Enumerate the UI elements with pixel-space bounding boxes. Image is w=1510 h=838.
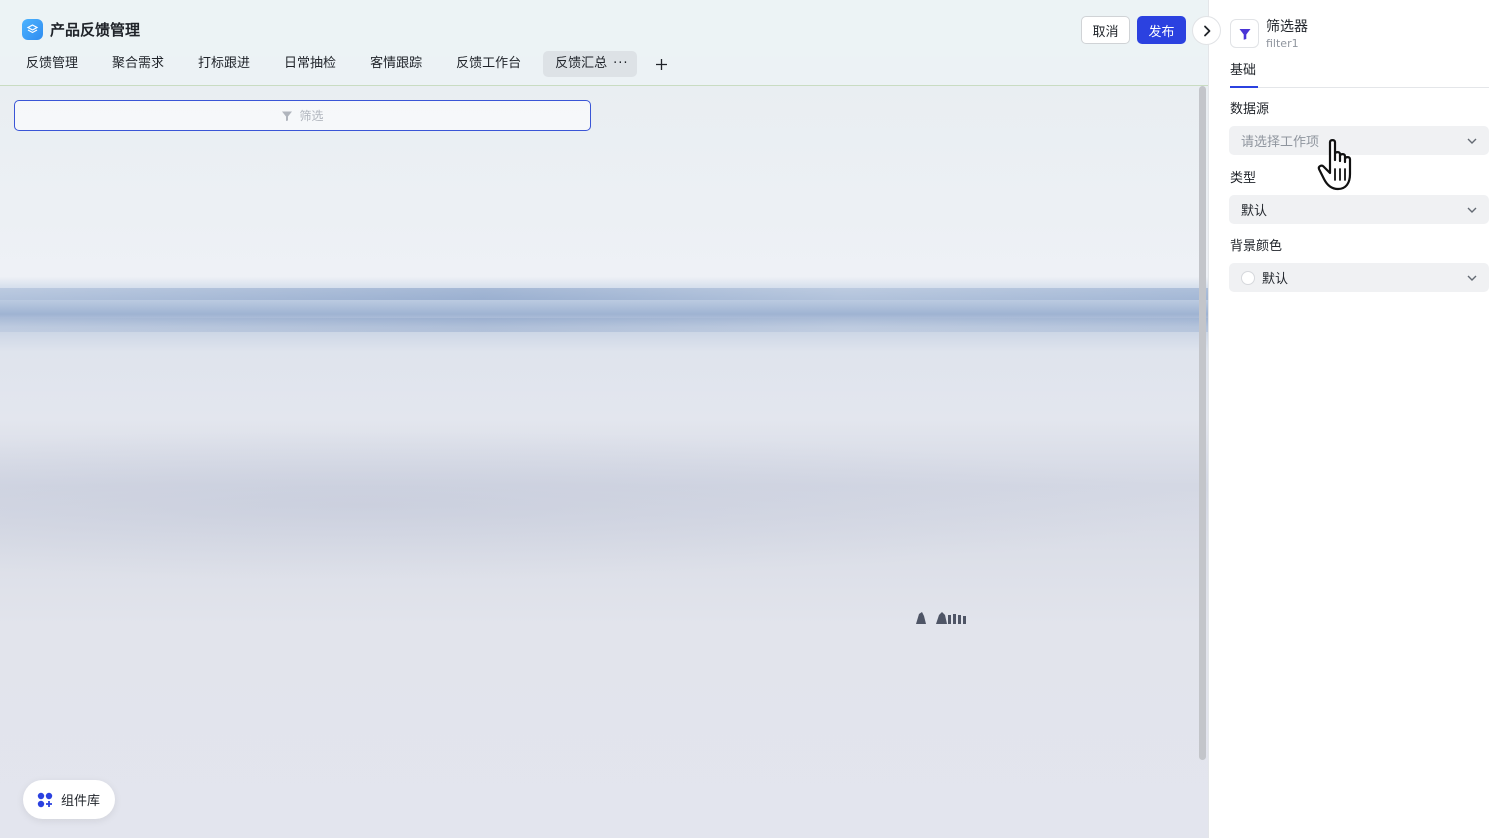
tab-more-menu[interactable]: ···	[613, 51, 628, 77]
cancel-button[interactable]: 取消	[1081, 16, 1130, 44]
canvas-scrollbar[interactable]	[1199, 86, 1206, 760]
data-source-select[interactable]: 请选择工作项	[1229, 126, 1489, 155]
tab-aggregated-requirements[interactable]: 聚合需求	[100, 51, 176, 77]
top-bar: 产品反馈管理 反馈管理 聚合需求 打标跟进 日常抽检 客情跟踪 反馈工作台 反馈…	[0, 0, 1208, 86]
background-color-select[interactable]: 默认	[1229, 263, 1489, 292]
filter-placeholder: 筛选	[299, 109, 324, 123]
chevron-down-icon	[1467, 138, 1477, 144]
property-panel: 筛选器 filter1 基础 数据源 请选择工作项 类型 默认 背景颜色 默认	[1208, 0, 1510, 838]
filter-component[interactable]: 筛选	[14, 100, 591, 131]
active-tab-indicator	[1230, 86, 1258, 88]
background-haze	[0, 430, 1208, 580]
funnel-icon	[1239, 28, 1250, 40]
tab-customer-tracking[interactable]: 客情跟踪	[358, 51, 434, 77]
filter-component-icon	[1230, 19, 1259, 48]
collapse-panel-button[interactable]	[1192, 16, 1221, 45]
publish-button[interactable]: 发布	[1137, 16, 1186, 44]
type-label: 类型	[1230, 171, 1257, 186]
color-swatch	[1241, 270, 1255, 285]
background-figures	[916, 612, 966, 624]
tab-basic[interactable]: 基础	[1230, 62, 1256, 80]
panel-title: 筛选器	[1266, 19, 1308, 35]
tab-feedback-workbench[interactable]: 反馈工作台	[444, 51, 533, 77]
chevron-down-icon	[1467, 207, 1477, 213]
tab-tag-follow-up[interactable]: 打标跟进	[186, 51, 262, 77]
plus-icon	[656, 58, 668, 70]
background-horizon	[0, 288, 1208, 300]
type-select[interactable]: 默认	[1229, 195, 1489, 224]
editor-canvas: 产品反馈管理 反馈管理 聚合需求 打标跟进 日常抽检 客情跟踪 反馈工作台 反馈…	[0, 0, 1208, 838]
panel-subtitle: filter1	[1266, 37, 1299, 50]
type-value: 默认	[1241, 204, 1268, 219]
tab-feedback-management[interactable]: 反馈管理	[14, 51, 90, 77]
data-source-label: 数据源	[1230, 102, 1270, 117]
background-color-label: 背景颜色	[1230, 239, 1283, 254]
app-title: 产品反馈管理	[50, 21, 141, 39]
tab-daily-inspection[interactable]: 日常抽检	[272, 51, 348, 77]
component-library-label: 组件库	[61, 794, 101, 809]
page-tabs: 反馈管理 聚合需求 打标跟进 日常抽检 客情跟踪 反馈工作台 反馈汇总 ···	[14, 51, 675, 77]
tab-feedback-summary[interactable]: 反馈汇总 ···	[543, 51, 637, 77]
add-tab-button[interactable]	[649, 51, 675, 77]
chevron-down-icon	[1467, 275, 1477, 281]
component-library-button[interactable]: 组件库	[23, 780, 115, 819]
background-horizon-secondary	[0, 318, 1208, 332]
chevron-right-icon	[1203, 25, 1210, 36]
component-library-icon	[37, 792, 53, 807]
app-logo-icon	[22, 19, 43, 40]
panel-tab-divider	[1230, 87, 1489, 88]
funnel-icon	[282, 111, 293, 121]
tab-feedback-summary-label: 反馈汇总	[555, 56, 608, 71]
background-color-value: 默认	[1262, 272, 1289, 287]
data-source-placeholder: 请选择工作项	[1241, 135, 1320, 150]
